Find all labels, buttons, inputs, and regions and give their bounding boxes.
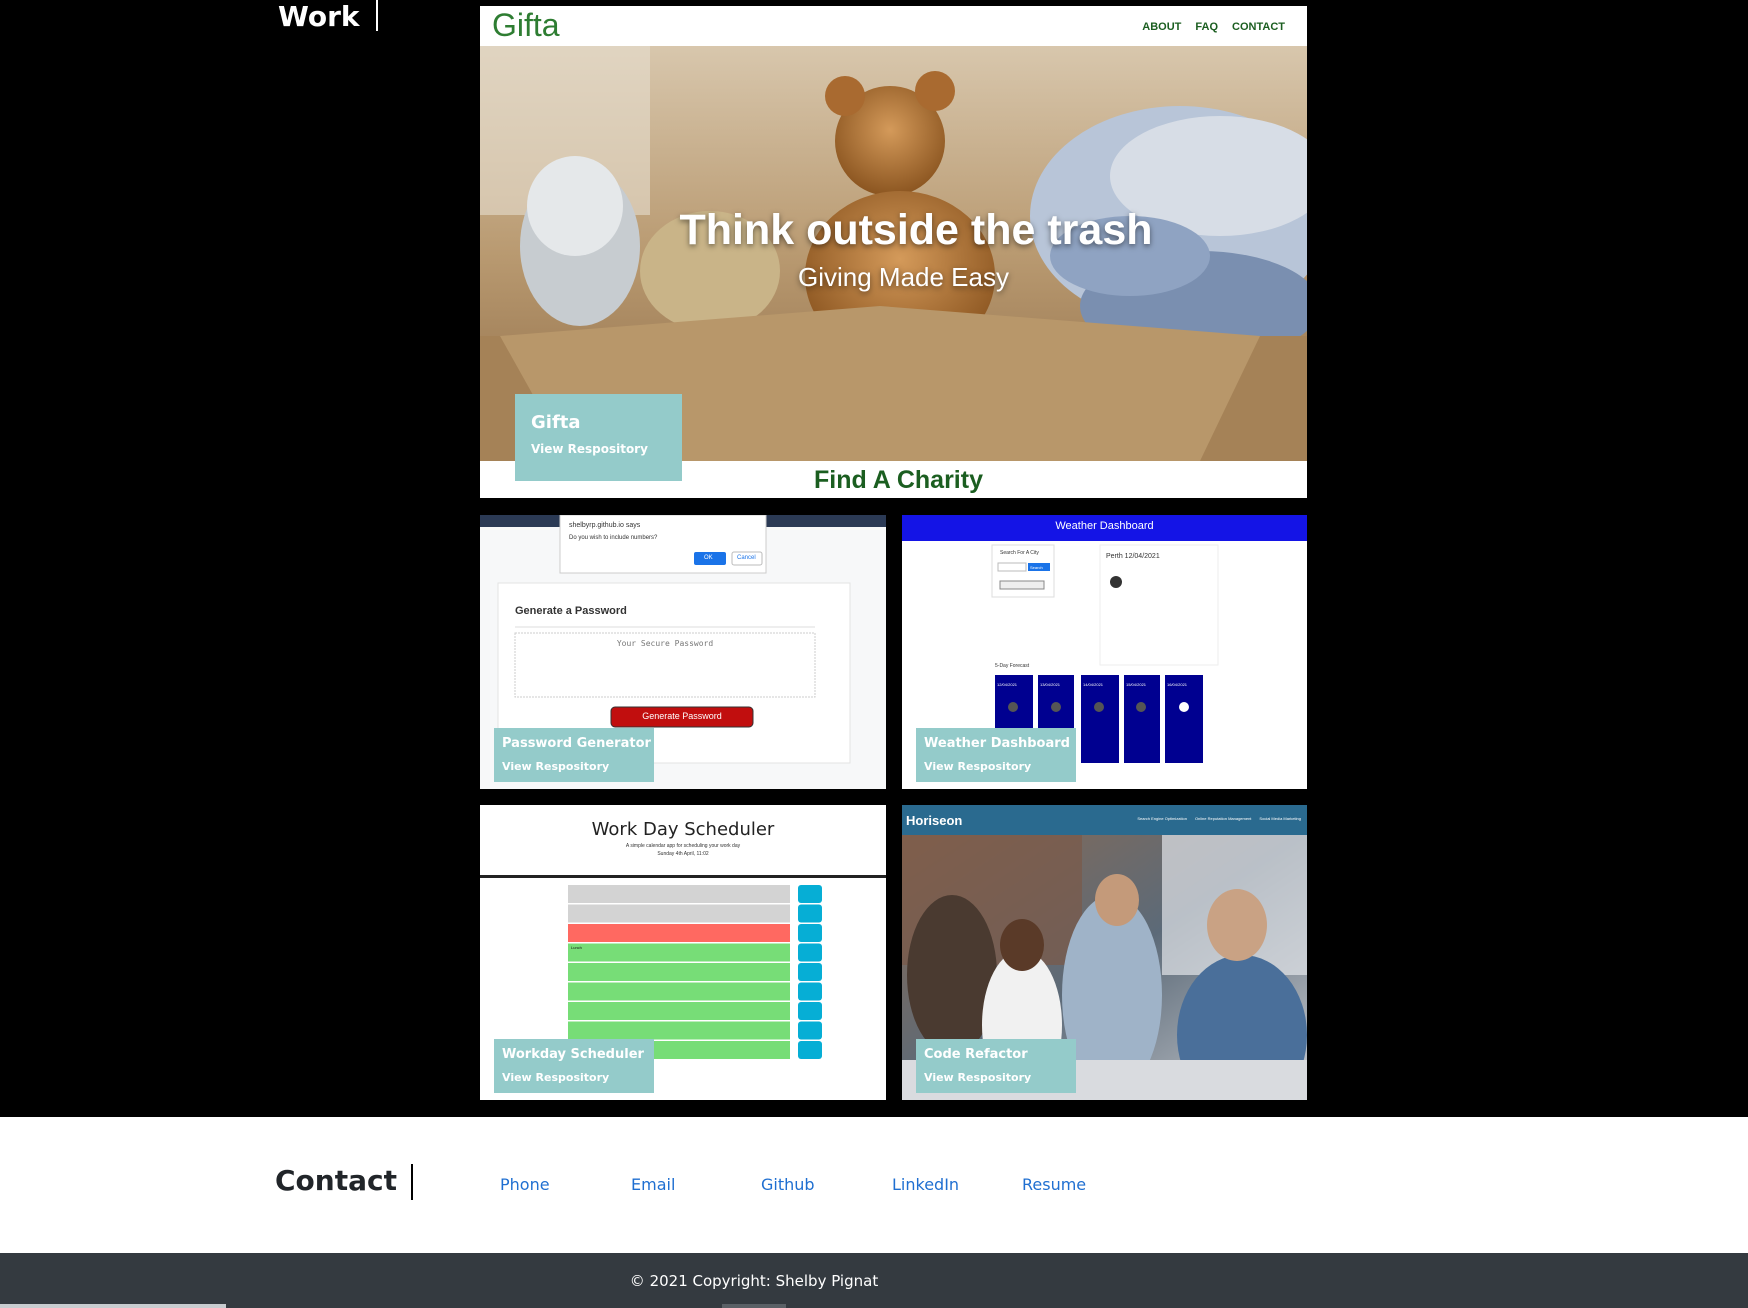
save-block-button bbox=[798, 924, 822, 942]
view-repository-link[interactable]: View Respository bbox=[502, 1071, 609, 1084]
scheduler-subtitle: A simple calendar app for scheduling you… bbox=[625, 843, 741, 849]
gifta-nav-contact: CONTACT bbox=[1232, 21, 1285, 33]
dialog-question: Do you wish to include numbers? bbox=[569, 535, 658, 541]
contact-link-github[interactable]: Github bbox=[761, 1175, 815, 1194]
project-card-password-generator[interactable]: shelbyrp.github.io says Do you wish to i… bbox=[480, 515, 886, 789]
contact-link-linkedin[interactable]: LinkedIn bbox=[892, 1175, 959, 1194]
time-block bbox=[568, 982, 790, 1001]
save-block-button bbox=[798, 982, 822, 1001]
horiseon-nav-item: Online Reputation Management bbox=[1194, 816, 1252, 821]
view-repository-link[interactable]: View Respository bbox=[502, 760, 609, 773]
project-overlay-weather-dashboard: Weather Dashboard View Respository bbox=[916, 728, 1076, 782]
project-card-gifta[interactable]: Gifta ABOUT FAQ CONTACT Think outside th… bbox=[480, 6, 1307, 498]
project-title: Gifta bbox=[531, 412, 581, 433]
horiseon-nav: Search Engine Optimization Online Reputa… bbox=[1137, 816, 1301, 821]
forecast-date: 13/04/2021 bbox=[1040, 682, 1061, 687]
horiseon-logo: Horiseon bbox=[906, 813, 963, 828]
project-title: Code Refactor bbox=[924, 1047, 1028, 1062]
gifta-hero-title: Think outside the trash bbox=[679, 206, 1153, 254]
contact-link-resume[interactable]: Resume bbox=[1022, 1175, 1086, 1194]
project-title: Password Generator bbox=[502, 736, 651, 751]
gifta-hero-subtitle: Giving Made Easy bbox=[798, 262, 1009, 292]
contact-link-email[interactable]: Email bbox=[631, 1175, 675, 1194]
weather-header: Weather Dashboard bbox=[1055, 520, 1154, 532]
horiseon-nav-item: Social Media Marketing bbox=[1259, 816, 1301, 821]
project-overlay-code-refactor: Code Refactor View Respository bbox=[916, 1039, 1076, 1093]
forecast-date: 16/04/2021 bbox=[1167, 682, 1188, 687]
scheduler-date: Sunday 4th April, 11:02 bbox=[657, 851, 709, 857]
time-block bbox=[568, 943, 790, 962]
horizontal-scrollbar[interactable] bbox=[0, 1304, 226, 1308]
view-repository-link[interactable]: View Respository bbox=[531, 442, 648, 456]
project-card-code-refactor[interactable]: Horiseon Search Engine Optimization Onli… bbox=[902, 805, 1307, 1100]
contact-link-phone[interactable]: Phone bbox=[500, 1175, 550, 1194]
forecast-date: 14/04/2021 bbox=[1083, 682, 1104, 687]
gifta-logo: Gifta bbox=[492, 7, 560, 43]
weather-city: Perth 12/04/2021 bbox=[1106, 553, 1160, 560]
work-heading: Work bbox=[278, 0, 378, 33]
forecast-date: 15/04/2021 bbox=[1126, 682, 1147, 687]
time-block bbox=[568, 1002, 790, 1020]
save-block-button bbox=[798, 943, 822, 962]
project-card-workday-scheduler[interactable]: Work Day Scheduler A simple calendar app… bbox=[480, 805, 886, 1100]
gifta-nav-about: ABOUT bbox=[1142, 21, 1182, 33]
project-overlay-workday-scheduler: Workday Scheduler View Respository bbox=[494, 1039, 654, 1093]
project-overlay-gifta: Gifta View Respository bbox=[515, 394, 682, 481]
view-repository-link[interactable]: View Respository bbox=[924, 760, 1031, 773]
password-placeholder: Your Secure Password bbox=[616, 639, 714, 648]
password-card-title: Generate a Password bbox=[515, 605, 627, 617]
save-block-button bbox=[798, 1041, 822, 1059]
view-repository-link[interactable]: View Respository bbox=[924, 1071, 1031, 1084]
generate-password-label: Generate Password bbox=[642, 711, 722, 721]
scroll-indicator bbox=[722, 1304, 786, 1308]
gifta-nav-links: ABOUT FAQ CONTACT bbox=[1142, 21, 1285, 33]
save-block-button bbox=[798, 904, 822, 923]
time-block bbox=[568, 904, 790, 923]
horiseon-nav-item: Search Engine Optimization bbox=[1137, 816, 1187, 821]
contact-heading: Contact bbox=[275, 1164, 413, 1200]
scheduler-title: Work Day Scheduler bbox=[591, 819, 775, 840]
project-title: Workday Scheduler bbox=[502, 1047, 644, 1062]
time-block bbox=[568, 924, 790, 942]
forecast-label: 5-Day Forecast bbox=[995, 663, 1030, 669]
dialog-cancel: Cancel bbox=[737, 555, 756, 561]
forecast-date: 12/04/2021 bbox=[997, 682, 1018, 687]
save-block-button bbox=[798, 1021, 822, 1040]
work-section: Work Gifta ABOUT FAQ CONTACT Think outsi… bbox=[0, 0, 1748, 1117]
save-block-button bbox=[798, 885, 822, 903]
gifta-nav-faq: FAQ bbox=[1195, 21, 1219, 33]
dialog-ok: OK bbox=[704, 555, 713, 561]
save-block-button bbox=[798, 963, 822, 981]
project-title: Weather Dashboard bbox=[924, 736, 1070, 751]
dialog-origin: shelbyrp.github.io says bbox=[569, 522, 641, 529]
gifta-navbar: Gifta ABOUT FAQ CONTACT bbox=[480, 6, 1307, 46]
weather-search-button: Search bbox=[1030, 565, 1043, 570]
contact-section bbox=[0, 1117, 1748, 1253]
time-block bbox=[568, 963, 790, 981]
time-block bbox=[568, 885, 790, 903]
project-card-weather-dashboard[interactable]: Weather Dashboard Search For A City Sear… bbox=[902, 515, 1307, 789]
save-block-button bbox=[798, 1002, 822, 1020]
scheduler-entry: Lunch bbox=[571, 945, 582, 950]
time-block bbox=[568, 1021, 790, 1040]
copyright-text: © 2021 Copyright: Shelby Pignat bbox=[629, 1272, 879, 1290]
weather-search-label: Search For A City bbox=[1000, 550, 1039, 556]
project-overlay-password-generator: Password Generator View Respository bbox=[494, 728, 654, 782]
